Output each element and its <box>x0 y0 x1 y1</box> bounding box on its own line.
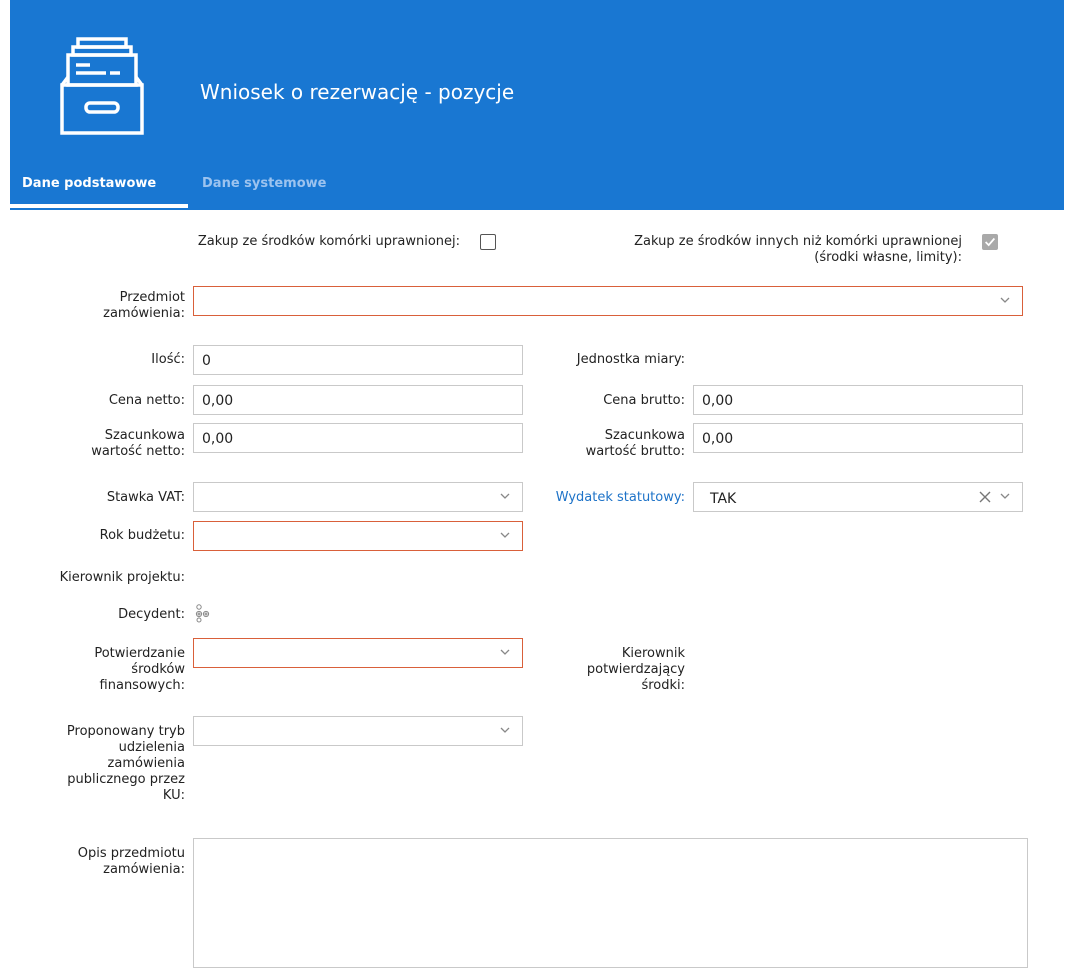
chevron-down-icon <box>500 532 510 538</box>
kierownik-potw-label-line3: środki: <box>641 678 685 693</box>
opis-label-line1: Opis przedmiotu <box>77 846 185 861</box>
przedmiot-label: Przedmiot zamówienia: <box>50 290 185 322</box>
wydatek-select[interactable]: TAK <box>693 482 1023 512</box>
chevron-down-icon <box>500 493 510 499</box>
ilosc-label: Ilość: <box>151 352 185 367</box>
wydatek-value: TAK <box>710 491 737 507</box>
tryb-label-line1: Proponowany tryb <box>66 724 185 739</box>
decydent-label: Decydent: <box>118 607 185 622</box>
potwierdzanie-select[interactable] <box>193 638 523 668</box>
ilosc-value: 0 <box>202 353 211 369</box>
stawka-vat-select[interactable] <box>193 482 523 512</box>
szac-brutto-input[interactable]: 0,00 <box>693 423 1023 453</box>
people-group-icon[interactable] <box>193 603 213 623</box>
jednostka-label: Jednostka miary: <box>576 352 685 367</box>
header-bar: Wniosek o rezerwację - pozycje Dane pods… <box>10 0 1064 210</box>
rok-select[interactable] <box>193 521 523 551</box>
szac-brutto-value: 0,00 <box>702 431 734 447</box>
tryb-label-line3: zamówienia <box>107 756 185 771</box>
potwierdzanie-label: Potwierdzanie środków finansowych: <box>50 646 185 694</box>
wydatek-label[interactable]: Wydatek statutowy: <box>520 490 685 506</box>
cena-brutto-value: 0,00 <box>702 393 734 409</box>
tab-dane-podstawowe[interactable]: Dane podstawowe <box>22 176 156 191</box>
checkmark-icon <box>985 237 996 247</box>
kierownik-projektu-label: Kierownik projektu: <box>59 570 185 585</box>
kierownik-potw-label: Kierownik potwierdzający środki: <box>520 646 685 694</box>
potwierdzanie-label-line3: finansowych: <box>99 678 185 693</box>
kierownik-potw-label-line2: potwierdzający <box>586 662 685 677</box>
szac-brutto-label-line2: wartość brutto: <box>585 444 685 459</box>
tryb-label-line2: udzielenia <box>118 740 185 755</box>
chevron-down-icon <box>500 727 510 733</box>
chevron-down-icon <box>1000 493 1010 499</box>
chevron-down-icon <box>1000 297 1010 303</box>
zakup-komorki-checkbox[interactable] <box>480 234 496 250</box>
zakup-inne-label-line2: (środki własne, limity): <box>814 250 962 265</box>
zakup-inne-label-line1: Zakup ze środków innych niż komórki upra… <box>634 234 962 249</box>
tryb-label-line5: KU: <box>162 788 185 803</box>
opis-label: Opis przedmiotu zamówienia: <box>20 846 185 878</box>
zakup-inne-checkbox[interactable] <box>982 234 998 250</box>
ilosc-input[interactable]: 0 <box>193 345 523 375</box>
cena-brutto-input[interactable]: 0,00 <box>693 385 1023 415</box>
zakup-komorki-label: Zakup ze środków komórki uprawnionej: <box>197 234 460 249</box>
przedmiot-select[interactable] <box>193 286 1023 316</box>
cena-brutto-label: Cena brutto: <box>603 393 685 408</box>
tryb-label-line4: publicznego przez <box>67 772 185 787</box>
przedmiot-label-line2: zamówienia: <box>103 306 185 321</box>
stawka-vat-label: Stawka VAT: <box>106 490 185 505</box>
szac-netto-value: 0,00 <box>202 431 234 447</box>
potwierdzanie-label-line2: środków <box>131 662 185 677</box>
chevron-down-icon <box>500 649 510 655</box>
page-title: Wniosek o rezerwację - pozycje <box>200 80 515 104</box>
tab-dane-systemowe[interactable]: Dane systemowe <box>202 176 326 191</box>
active-tab-indicator <box>10 204 188 208</box>
szac-netto-label-line2: wartość netto: <box>91 444 185 459</box>
przedmiot-label-line1: Przedmiot <box>119 290 185 305</box>
szac-brutto-label: Szacunkowa wartość brutto: <box>520 428 685 460</box>
tryb-label: Proponowany tryb udzielenia zamówienia p… <box>20 724 185 804</box>
tryb-select[interactable] <box>193 716 523 746</box>
cena-netto-label: Cena netto: <box>108 393 185 408</box>
szac-netto-label: Szacunkowa wartość netto: <box>50 428 185 460</box>
potwierdzanie-label-line1: Potwierdzanie <box>94 646 185 661</box>
szac-netto-label-line1: Szacunkowa <box>104 428 185 443</box>
szac-netto-input[interactable]: 0,00 <box>193 423 523 453</box>
opis-label-line2: zamówienia: <box>103 862 185 877</box>
opis-textarea[interactable] <box>193 838 1028 968</box>
kierownik-potw-label-line1: Kierownik <box>621 646 685 661</box>
zakup-inne-label: Zakup ze środków innych niż komórki upra… <box>540 234 962 266</box>
clear-icon[interactable] <box>978 490 992 504</box>
file-cabinet-icon <box>60 37 144 135</box>
cena-netto-input[interactable]: 0,00 <box>193 385 523 415</box>
szac-brutto-label-line1: Szacunkowa <box>604 428 685 443</box>
cena-netto-value: 0,00 <box>202 393 234 409</box>
rok-label: Rok budżetu: <box>99 528 185 543</box>
